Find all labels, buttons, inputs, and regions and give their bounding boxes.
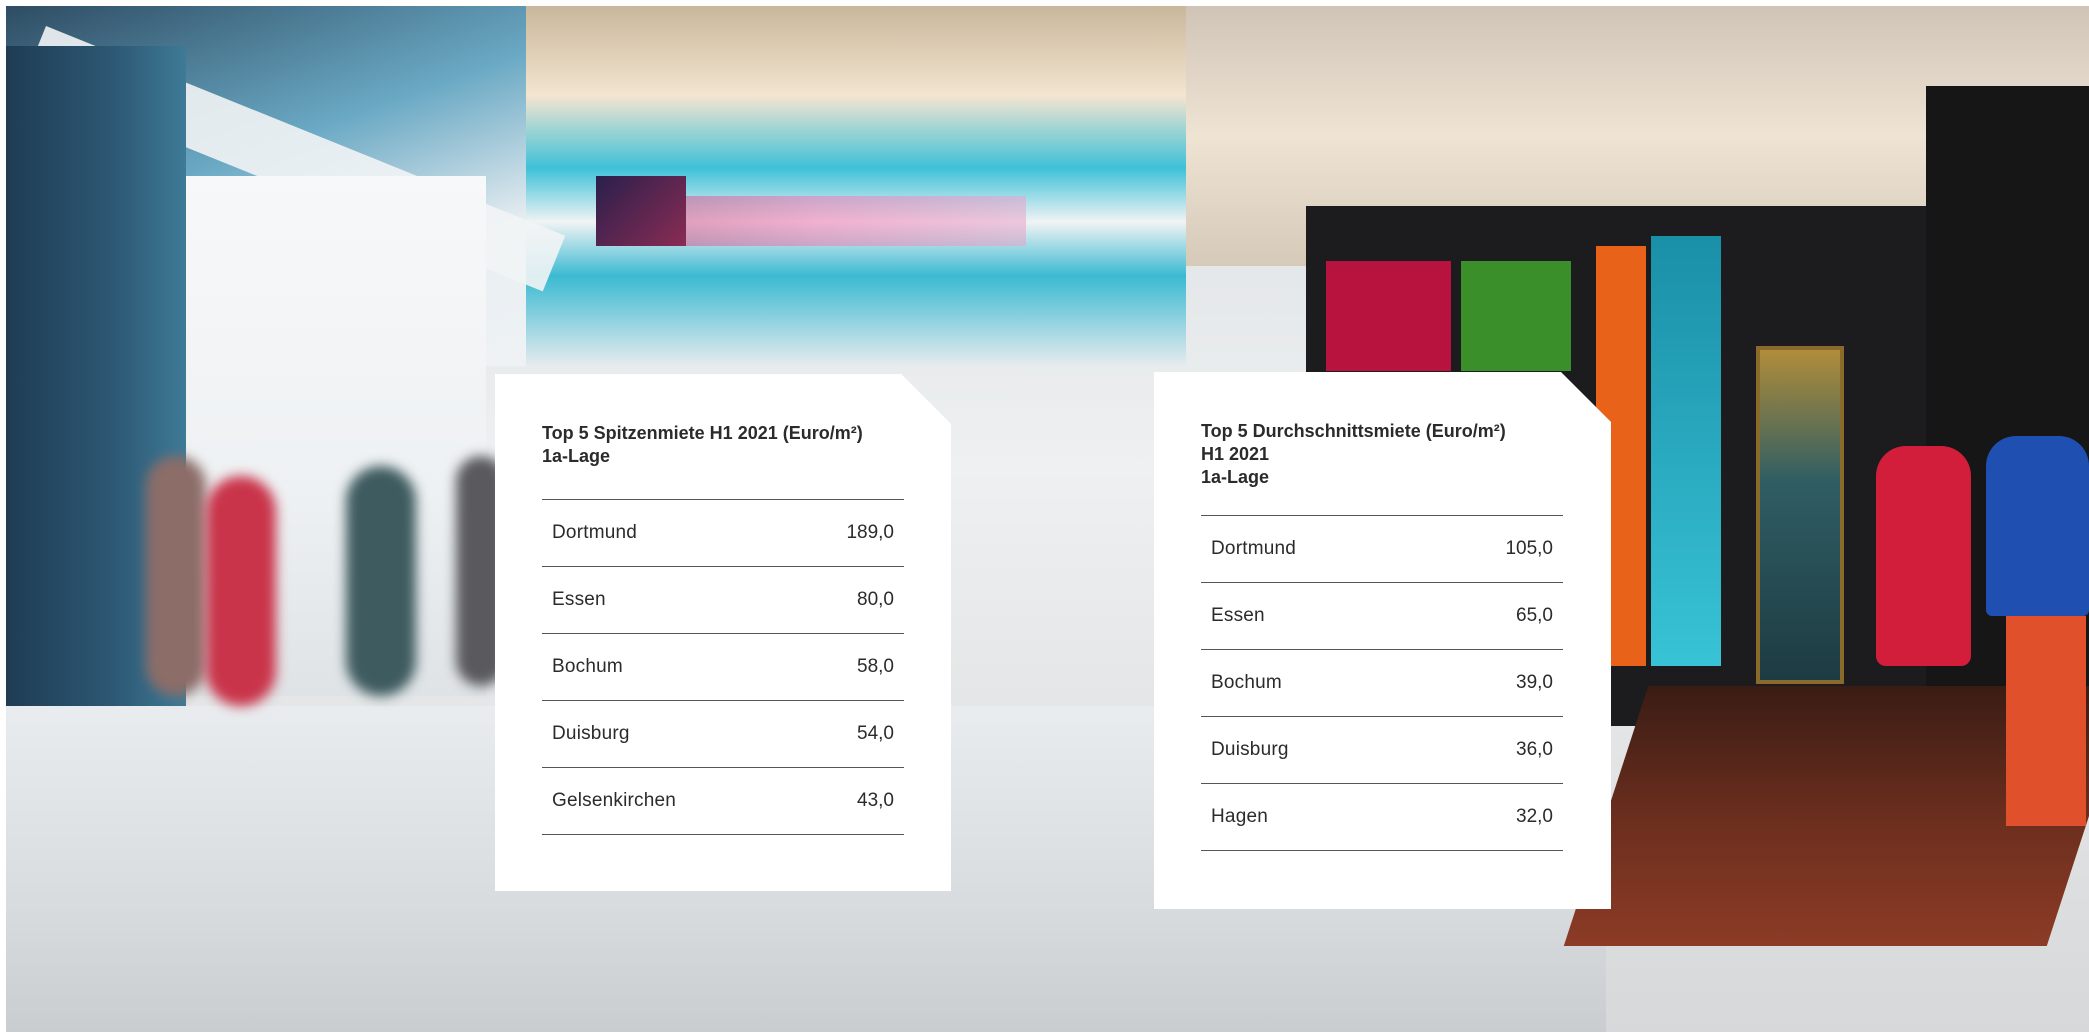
city-name: Duisburg (1211, 739, 1289, 760)
rent-value: 43,0 (857, 790, 894, 811)
city-name: Bochum (552, 656, 623, 677)
table-row: Essen 80,0 (542, 567, 904, 634)
rent-value: 58,0 (857, 656, 894, 677)
rent-value: 80,0 (857, 589, 894, 610)
rent-value: 54,0 (857, 723, 894, 744)
city-name: Dortmund (552, 522, 638, 543)
title-line: Top 5 Spitzenmiete H1 2021 (Euro/m²) (542, 423, 863, 443)
table-row: Bochum 58,0 (542, 634, 904, 701)
title-line: 1a-Lage (1201, 467, 1270, 487)
table-row: Essen 65,0 (1201, 583, 1563, 650)
table-row: Bochum 39,0 (1201, 650, 1563, 717)
rent-value: 39,0 (1516, 672, 1553, 693)
table-card-spitzenmiete: Top 5 Spitzenmiete H1 2021 (Euro/m²) 1a-… (495, 374, 951, 891)
city-name: Gelsenkirchen (552, 790, 677, 811)
city-name: Hagen (1211, 806, 1268, 827)
table-row: Duisburg 36,0 (1201, 717, 1563, 784)
table-title: Top 5 Spitzenmiete H1 2021 (Euro/m²) 1a-… (542, 422, 922, 468)
shopping-mall-photo (6, 6, 2089, 1032)
table-title: Top 5 Durchschnittsmiete (Euro/m²) H1 20… (1201, 420, 1581, 489)
rent-value: 189,0 (846, 522, 894, 543)
title-line: H1 2021 (1201, 444, 1270, 464)
rent-table: Dortmund 189,0 Essen 80,0 Bochum 58,0 Du… (542, 499, 904, 835)
rent-value: 32,0 (1516, 806, 1553, 827)
city-name: Duisburg (552, 723, 630, 744)
city-name: Essen (552, 589, 606, 610)
table-row: Gelsenkirchen 43,0 (542, 768, 904, 835)
table-card-durchschnittsmiete: Top 5 Durchschnittsmiete (Euro/m²) H1 20… (1154, 372, 1611, 909)
rent-table: Dortmund 105,0 Essen 65,0 Bochum 39,0 Du… (1201, 515, 1563, 851)
rent-value: 36,0 (1516, 739, 1553, 760)
rent-value: 105,0 (1505, 538, 1553, 559)
title-line: Top 5 Durchschnittsmiete (Euro/m²) (1201, 421, 1506, 441)
table-row: Dortmund 105,0 (1201, 516, 1563, 583)
city-name: Bochum (1211, 672, 1282, 693)
table-row: Dortmund 189,0 (542, 500, 904, 567)
table-row: Hagen 32,0 (1201, 784, 1563, 851)
city-name: Essen (1211, 605, 1265, 626)
page: Top 5 Spitzenmiete H1 2021 (Euro/m²) 1a-… (0, 0, 2089, 1032)
table-row: Duisburg 54,0 (542, 701, 904, 768)
title-line: 1a-Lage (542, 446, 611, 466)
rent-value: 65,0 (1516, 605, 1553, 626)
city-name: Dortmund (1211, 538, 1297, 559)
